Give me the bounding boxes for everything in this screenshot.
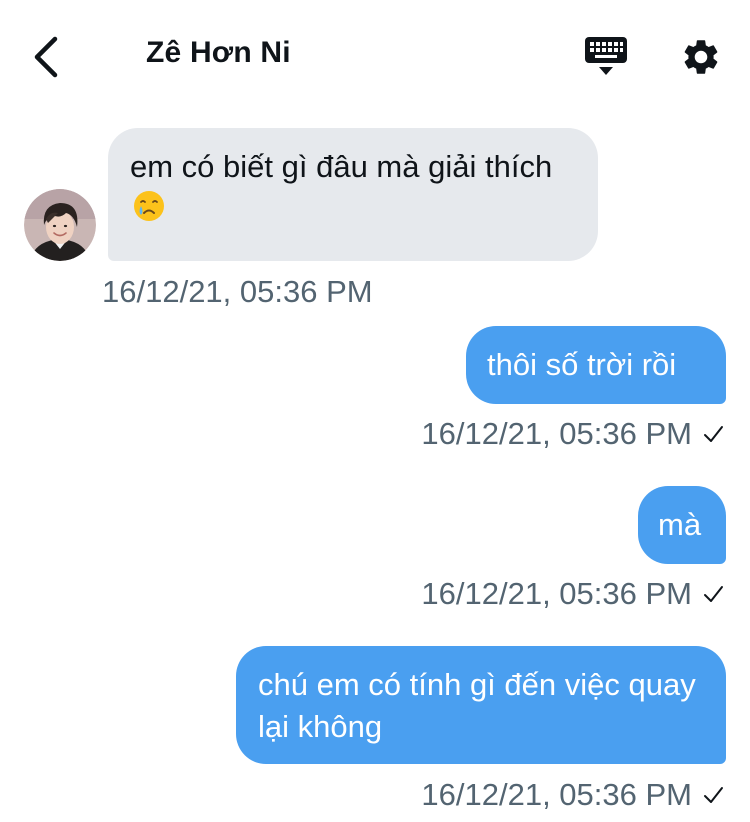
message-timestamp: 16/12/21, 05:36 PM	[421, 416, 692, 451]
settings-button[interactable]	[680, 36, 722, 78]
message-meta: 16/12/21, 05:36 PM	[421, 414, 724, 454]
message-timestamp: 16/12/21, 05:36 PM	[421, 777, 692, 812]
keyboard-icon	[585, 37, 627, 75]
contact-avatar[interactable]	[24, 189, 96, 261]
chevron-left-icon	[34, 36, 58, 78]
message-text: em có biết gì đâu mà giải thích	[130, 149, 553, 184]
message-bubble-incoming[interactable]: em có biết gì đâu mà giải thích	[108, 128, 598, 261]
message-bubble-outgoing[interactable]: thôi số trời rồi	[466, 326, 726, 404]
check-icon	[704, 426, 723, 442]
crying-face-emoji	[132, 189, 166, 234]
message-bubble-outgoing[interactable]: mà	[638, 486, 726, 564]
message-text: mà	[658, 507, 702, 542]
message-text: chú em có tính gì đến việc quay lại khôn…	[258, 667, 696, 744]
conversation-title: Zê Hơn Ni	[146, 36, 291, 69]
message-meta: 16/12/21, 05:36 PM	[421, 775, 724, 815]
check-icon	[704, 586, 723, 602]
keyboard-button[interactable]	[584, 34, 630, 80]
back-button[interactable]	[24, 32, 68, 82]
message-text: thôi số trời rồi	[487, 347, 677, 382]
message-bubble-outgoing[interactable]: chú em có tính gì đến việc quay lại khôn…	[236, 646, 726, 764]
avatar-photo	[24, 189, 96, 261]
check-icon	[704, 787, 723, 803]
gear-icon	[684, 40, 718, 74]
message-timestamp: 16/12/21, 05:36 PM	[421, 576, 692, 611]
message-meta: 16/12/21, 05:36 PM	[421, 574, 724, 614]
message-timestamp: 16/12/21, 05:36 PM	[102, 274, 373, 309]
